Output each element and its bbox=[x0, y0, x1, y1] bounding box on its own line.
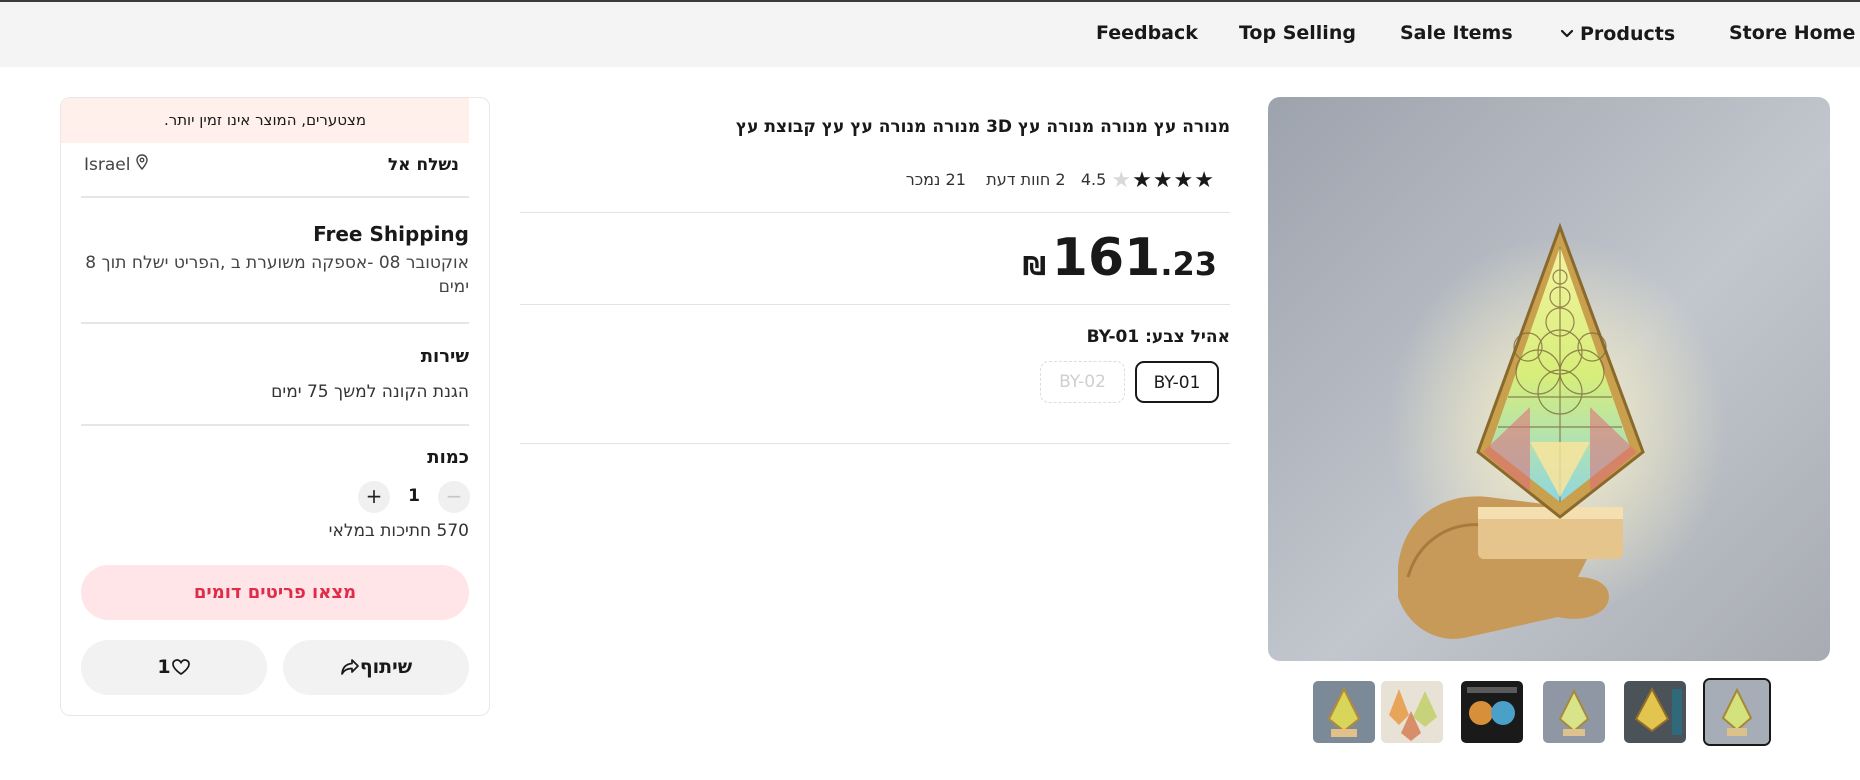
product-main-image[interactable] bbox=[1268, 97, 1830, 661]
quantity-stepper: + 1 − bbox=[358, 481, 470, 513]
product-price: ₪ 161.23 bbox=[520, 228, 1217, 288]
divider bbox=[81, 322, 469, 324]
wishlist-button[interactable]: 1 bbox=[81, 640, 267, 695]
divider bbox=[520, 212, 1230, 213]
purchase-panel: מצטערים, המוצר אינו זמין יותר. נשלח אל I… bbox=[60, 97, 490, 716]
nav-products[interactable]: Products bbox=[1560, 22, 1675, 45]
ship-to-label: נשלח אל bbox=[387, 155, 459, 175]
divider bbox=[520, 443, 1230, 444]
thumbnail-1[interactable] bbox=[1313, 681, 1375, 743]
find-similar-button[interactable]: מצאו פריטים דומים bbox=[81, 565, 469, 620]
share-icon bbox=[340, 656, 360, 678]
product-title: מנורה עץ מנורה מנורה עץ 3D מנורה מנורה ע… bbox=[735, 117, 1230, 137]
variant-option-disabled[interactable]: BY-02 bbox=[1040, 361, 1125, 403]
rating-value: 4.5 bbox=[1080, 170, 1107, 189]
service-title: שירות bbox=[420, 346, 469, 367]
rating-stars[interactable]: ★★★★★ bbox=[1111, 168, 1215, 193]
heart-icon bbox=[171, 656, 191, 678]
rating-row: ★★★★★ 4.5 2 חוות דעת 21 נמכר bbox=[520, 168, 1215, 193]
sold-count: 21 נמכר bbox=[905, 170, 966, 189]
shipping-description: אוקטובר 08 -אספקה משוערת ב ,הפריט ישלח ת… bbox=[85, 253, 469, 297]
nav-sale-items[interactable]: Sale Items bbox=[1400, 22, 1513, 44]
quantity-decrease-button[interactable]: − bbox=[438, 481, 470, 513]
quantity-title: כמות bbox=[427, 447, 469, 468]
divider bbox=[81, 424, 469, 426]
nav-feedback[interactable]: Feedback bbox=[1096, 22, 1198, 44]
ship-to-location[interactable]: Israel bbox=[84, 154, 149, 175]
divider bbox=[520, 304, 1230, 305]
thumbnail-5[interactable] bbox=[1624, 681, 1686, 743]
variant-option-selected[interactable]: BY-01 bbox=[1135, 361, 1219, 403]
share-button[interactable]: שיתוף bbox=[283, 640, 469, 695]
thumbnail-4[interactable] bbox=[1543, 681, 1605, 743]
service-description: הגנת הקונה למשך 75 ימים bbox=[271, 382, 469, 402]
stock-available: 570 חתיכות במלאי bbox=[328, 521, 469, 541]
unavailable-notice: מצטערים, המוצר אינו זמין יותר. bbox=[61, 98, 469, 143]
like-count: 1 bbox=[157, 656, 171, 678]
nav-store-home[interactable]: Store Home bbox=[1729, 22, 1855, 44]
divider bbox=[81, 196, 469, 198]
color-selected-label: אהיל צבע: BY-01 bbox=[1086, 327, 1230, 347]
nav-top-selling[interactable]: Top Selling bbox=[1239, 22, 1356, 44]
thumbnail-3[interactable] bbox=[1461, 681, 1523, 743]
share-label: שיתוף bbox=[359, 656, 413, 678]
nav-products-label: Products bbox=[1580, 23, 1676, 45]
price-integer: 161 bbox=[1051, 228, 1161, 288]
location-pin-icon bbox=[136, 154, 149, 175]
price-currency: ₪ bbox=[1022, 252, 1047, 282]
price-decimal: .23 bbox=[1160, 245, 1217, 283]
shipping-title: Free Shipping bbox=[313, 222, 469, 246]
ship-to-country: Israel bbox=[84, 154, 131, 175]
thumbnail-2[interactable] bbox=[1381, 681, 1443, 743]
store-nav-bar: Feedback Top Selling Sale Items Products… bbox=[0, 2, 1860, 67]
review-count[interactable]: 2 חוות דעת bbox=[986, 170, 1065, 189]
quantity-increase-button[interactable]: + bbox=[358, 481, 390, 513]
thumbnail-6-selected[interactable] bbox=[1703, 678, 1771, 746]
quantity-value[interactable]: 1 bbox=[400, 486, 428, 506]
chevron-down-icon bbox=[1560, 22, 1574, 44]
